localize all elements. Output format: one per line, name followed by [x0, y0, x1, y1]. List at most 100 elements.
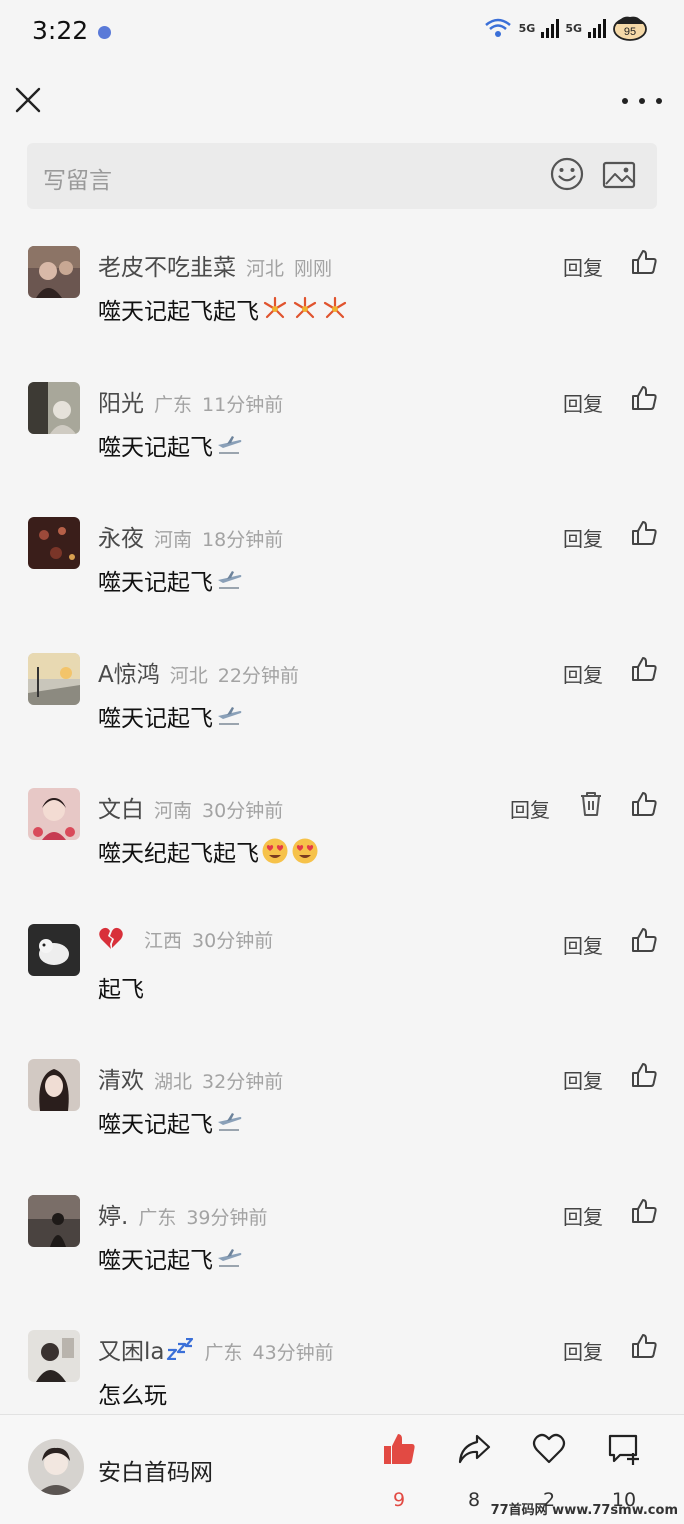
comment-item: A惊鸿 河北 22分钟前 噬天记起飞 回复	[0, 623, 684, 759]
reply-button[interactable]: 回复	[563, 930, 603, 959]
comment-body: 起飞	[98, 976, 144, 1003]
comment-body: 怎么玩	[98, 1383, 167, 1409]
comment-text: 起飞	[98, 970, 144, 1004]
comment-text: 噬天记起飞	[98, 428, 243, 462]
comment-add-icon	[608, 1434, 639, 1465]
avatar[interactable]	[28, 652, 80, 705]
thumbs-up-icon[interactable]	[630, 926, 658, 954]
airplane-icon	[218, 1113, 242, 1131]
heart-eyes-icon	[262, 838, 288, 864]
thumbs-up-icon[interactable]	[630, 1332, 658, 1360]
comment-time: 32分钟前	[202, 1071, 284, 1093]
comment-time: 30分钟前	[192, 929, 274, 952]
airplane-icon	[218, 1248, 242, 1267]
comment-time: 22分钟前	[217, 664, 299, 687]
comment-region: 湖北	[154, 1071, 193, 1093]
comment-time: 刚刚	[294, 258, 333, 280]
smiley-icon[interactable]	[549, 156, 585, 192]
airplane-icon	[218, 571, 242, 589]
airplane-icon	[218, 435, 242, 454]
username[interactable]: 清欢	[98, 1061, 144, 1095]
reply-button[interactable]: 回复	[563, 1065, 603, 1094]
username[interactable]: A惊鸿	[98, 655, 160, 689]
avatar[interactable]	[28, 923, 80, 976]
comment-body: 噬天记起飞起飞	[98, 299, 259, 325]
avatar[interactable]	[28, 246, 80, 298]
reply-button[interactable]: 回复	[510, 794, 550, 823]
heart-eyes-icon	[292, 838, 318, 864]
comment-region: 广东	[138, 1206, 177, 1229]
comment-region: 河北	[169, 664, 208, 687]
more-icon[interactable]	[622, 86, 662, 116]
status-bar: 3:22 5G 5G 95	[0, 0, 684, 68]
comment-region: 河南	[154, 529, 193, 551]
status-time: 3:22	[32, 16, 89, 45]
account-avatar[interactable]	[28, 1439, 84, 1495]
bottom-action-bar: 安白首码网 9 8 2 10 77首码网 www.77smw.com	[0, 1414, 684, 1524]
thumbs-up-icon[interactable]	[630, 519, 658, 547]
thumbs-up-icon[interactable]	[630, 248, 658, 276]
comment-region: 河南	[154, 800, 193, 822]
reply-button[interactable]: 回复	[563, 1336, 603, 1365]
thumbs-up-filled-icon	[384, 1434, 415, 1464]
username[interactable]: 老皮不吃韭菜	[98, 248, 236, 282]
thumbs-up-icon[interactable]	[630, 655, 658, 683]
comment-list: 老皮不吃韭菜 河北 刚刚 噬天记起飞起飞 回复 阳光 广东 11分钟前 噬天记起…	[0, 216, 684, 1436]
status-icons: 5G 5G 95	[483, 14, 648, 42]
comment-placeholder: 写留言	[43, 168, 112, 194]
broken-heart-icon	[99, 927, 123, 949]
username[interactable]: 婷.	[98, 1197, 128, 1231]
comment-text: 怎么玩	[98, 1376, 167, 1410]
account-name[interactable]: 安白首码网	[98, 1453, 213, 1487]
comment-input[interactable]: 写留言	[27, 143, 657, 209]
close-icon[interactable]	[10, 82, 46, 118]
comment-time: 18分钟前	[202, 529, 284, 551]
comment-item: 永夜 河南 18分钟前 噬天记起飞 回复	[0, 487, 684, 623]
comment-time: 43分钟前	[252, 1342, 334, 1364]
comment-time: 30分钟前	[202, 800, 284, 822]
comment-text: 噬天记起飞	[98, 699, 243, 733]
battery-icon: 95	[613, 16, 647, 41]
svg-text:95: 95	[624, 26, 636, 38]
avatar[interactable]	[28, 1194, 80, 1247]
comment-region: 广东	[204, 1342, 243, 1364]
avatar[interactable]	[28, 517, 80, 569]
like-button[interactable]: 9	[373, 1431, 425, 1511]
trash-icon[interactable]	[578, 790, 604, 818]
reply-button[interactable]: 回复	[563, 388, 603, 417]
comment-time: 11分钟前	[202, 393, 284, 416]
like-count: 9	[392, 1489, 406, 1511]
zzz-icon	[167, 1338, 194, 1360]
comment-item: 文白 河南 30分钟前 噬天纪起飞起飞 回复	[0, 758, 684, 894]
username[interactable]: 文白	[98, 790, 144, 824]
thumbs-up-icon[interactable]	[630, 1061, 658, 1089]
airplane-icon	[218, 706, 242, 725]
comment-body: 噬天记起飞	[98, 1112, 213, 1138]
comment-item: 老皮不吃韭菜 河北 刚刚 噬天记起飞起飞 回复	[0, 216, 684, 352]
comment-item: 江西 30分钟前 起飞 回复	[0, 894, 684, 1030]
comment-body: 噬天记起飞	[98, 705, 213, 732]
comment-body: 噬天纪起飞起飞	[98, 841, 259, 867]
network-label-2: 5G	[565, 21, 582, 35]
reply-button[interactable]: 回复	[563, 252, 603, 281]
fireworks-icon	[293, 296, 317, 319]
watermark: 77首码网 www.77smw.com	[490, 1503, 678, 1518]
avatar[interactable]	[28, 1330, 80, 1382]
comment-region: 江西	[144, 929, 183, 952]
reply-button[interactable]: 回复	[563, 1201, 603, 1230]
avatar[interactable]	[28, 381, 80, 434]
thumbs-up-icon[interactable]	[630, 1197, 658, 1225]
thumbs-up-icon[interactable]	[630, 790, 658, 818]
reply-button[interactable]: 回复	[563, 659, 603, 688]
reply-button[interactable]: 回复	[563, 523, 603, 552]
comment-body: 噬天记起飞	[98, 434, 213, 461]
thumbs-up-icon[interactable]	[630, 384, 658, 412]
avatar[interactable]	[28, 788, 80, 840]
username[interactable]: 永夜	[98, 519, 144, 553]
username[interactable]: 阳光	[98, 384, 144, 418]
avatar[interactable]	[28, 1059, 80, 1111]
notification-icon	[98, 26, 111, 39]
username[interactable]: 又困la	[98, 1332, 164, 1366]
network-label-1: 5G	[518, 21, 536, 35]
image-icon[interactable]	[601, 157, 637, 193]
